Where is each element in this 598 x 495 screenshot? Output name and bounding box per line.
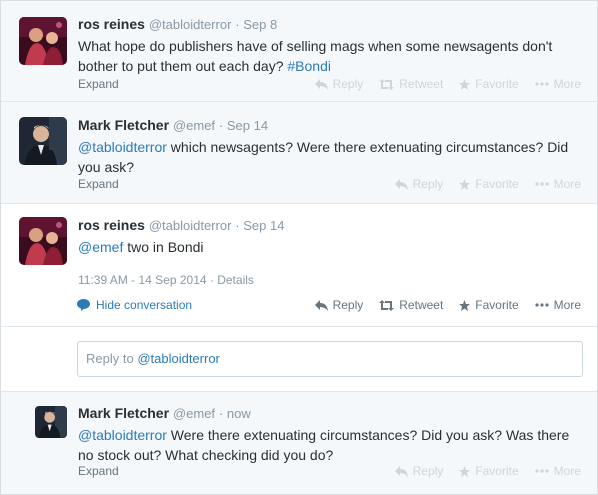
tweet-text: @emef two in Bondi xyxy=(78,237,583,257)
more-dots-icon xyxy=(535,82,549,86)
more-button[interactable]: More xyxy=(535,464,581,478)
reply-button[interactable]: Reply xyxy=(314,298,364,312)
more-dots-icon xyxy=(535,182,549,186)
retweet-label: Retweet xyxy=(399,298,444,312)
reply-label: Reply xyxy=(412,177,444,191)
avatar[interactable] xyxy=(35,406,67,438)
tweet-timestamp[interactable]: 11:39 AM - 14 Sep 2014 xyxy=(78,273,207,287)
tweet[interactable]: ros reines @tabloidterror · Sep 8 What h… xyxy=(1,1,597,102)
details-link[interactable]: · Details xyxy=(210,273,254,287)
star-icon xyxy=(459,78,471,90)
favorite-label: Favorite xyxy=(475,464,519,478)
reply-icon xyxy=(314,299,328,311)
favorite-label: Favorite xyxy=(475,77,519,91)
more-label: More xyxy=(553,77,581,91)
author-handle[interactable]: @emef xyxy=(173,406,215,421)
tweet-time[interactable]: · Sep 8 xyxy=(235,17,277,32)
expand-link[interactable]: Expand xyxy=(78,77,119,91)
retweet-icon xyxy=(379,78,395,90)
more-label: More xyxy=(553,464,581,478)
reply-label: Reply xyxy=(332,77,364,91)
avatar[interactable] xyxy=(19,217,67,265)
tweet-time[interactable]: · now xyxy=(219,406,251,421)
divider xyxy=(1,326,597,327)
retweet-label: Retweet xyxy=(399,77,444,91)
more-label: More xyxy=(553,298,581,312)
favorite-button[interactable]: Favorite xyxy=(459,298,519,312)
reply-label: Reply xyxy=(332,298,364,312)
tweet-text: What hope do publishers have of selling … xyxy=(78,36,583,76)
tweet-text: @tabloidterror which newsagents? Were th… xyxy=(78,137,583,177)
author-name[interactable]: Mark Fletcher xyxy=(78,405,169,421)
tweet[interactable]: Mark Fletcher @emef · now @tabloidterror… xyxy=(1,392,597,494)
more-label: More xyxy=(553,177,581,191)
expand-link[interactable]: Expand xyxy=(78,177,119,191)
author-handle[interactable]: @tabloidterror xyxy=(149,218,232,233)
retweet-icon xyxy=(379,299,395,311)
tweet[interactable]: Mark Fletcher @emef · Sep 14 @tabloidter… xyxy=(1,102,597,204)
favorite-button[interactable]: Favorite xyxy=(459,464,519,478)
avatar-image xyxy=(19,17,67,65)
hashtag-link[interactable]: #Bondi xyxy=(287,58,331,74)
favorite-button[interactable]: Favorite xyxy=(459,77,519,91)
star-icon xyxy=(459,465,471,477)
tweet-text: @tabloidterror Were there extenuating ci… xyxy=(78,425,583,465)
tweet-text-body: two in Bondi xyxy=(123,239,204,255)
reply-mention: @tabloidterror xyxy=(137,351,220,366)
reply-input[interactable]: Reply to @tabloidterror xyxy=(77,341,583,377)
more-button[interactable]: More xyxy=(535,177,581,191)
favorite-label: Favorite xyxy=(475,298,519,312)
reply-icon xyxy=(394,465,408,477)
retweet-button[interactable]: Retweet xyxy=(379,77,443,91)
author-name[interactable]: ros reines xyxy=(78,16,145,32)
star-icon xyxy=(459,178,471,190)
hide-conversation-label: Hide conversation xyxy=(96,298,193,312)
avatar-image xyxy=(19,117,67,165)
speech-bubble-icon xyxy=(77,299,90,311)
reply-icon xyxy=(314,78,328,90)
author-name[interactable]: Mark Fletcher xyxy=(78,117,169,133)
more-button[interactable]: More xyxy=(535,298,581,312)
avatar-image xyxy=(35,406,67,438)
mention-link[interactable]: @tabloidterror xyxy=(78,427,167,443)
tweet-time[interactable]: · Sep 14 xyxy=(219,118,268,133)
reply-button[interactable]: Reply xyxy=(394,177,444,191)
tweet-metadata: 11:39 AM - 14 Sep 2014 · Details xyxy=(78,273,583,287)
expand-link[interactable]: Expand xyxy=(78,464,119,478)
more-dots-icon xyxy=(535,303,549,307)
avatar-image xyxy=(19,217,67,265)
author-handle[interactable]: @tabloidterror xyxy=(149,17,232,32)
avatar[interactable] xyxy=(19,17,67,65)
avatar[interactable] xyxy=(19,117,67,165)
reply-button[interactable]: Reply xyxy=(314,77,364,91)
more-button[interactable]: More xyxy=(535,77,581,91)
more-dots-icon xyxy=(535,469,549,473)
reply-icon xyxy=(394,178,408,190)
tweet-time[interactable]: · Sep 14 xyxy=(235,218,284,233)
favorite-label: Favorite xyxy=(475,177,519,191)
favorite-button[interactable]: Favorite xyxy=(459,177,519,191)
reply-label: Reply xyxy=(412,464,444,478)
star-icon xyxy=(459,299,471,311)
mention-link[interactable]: @tabloidterror xyxy=(78,139,167,155)
hide-conversation-link[interactable]: Hide conversation xyxy=(77,298,192,312)
reply-button[interactable]: Reply xyxy=(394,464,444,478)
conversation-thread: ros reines @tabloidterror · Sep 8 What h… xyxy=(0,0,598,495)
author-name[interactable]: ros reines xyxy=(78,217,145,233)
retweet-button[interactable]: Retweet xyxy=(379,298,443,312)
author-handle[interactable]: @emef xyxy=(173,118,215,133)
reply-prefix: Reply to xyxy=(86,351,138,366)
mention-link[interactable]: @emef xyxy=(78,239,123,255)
